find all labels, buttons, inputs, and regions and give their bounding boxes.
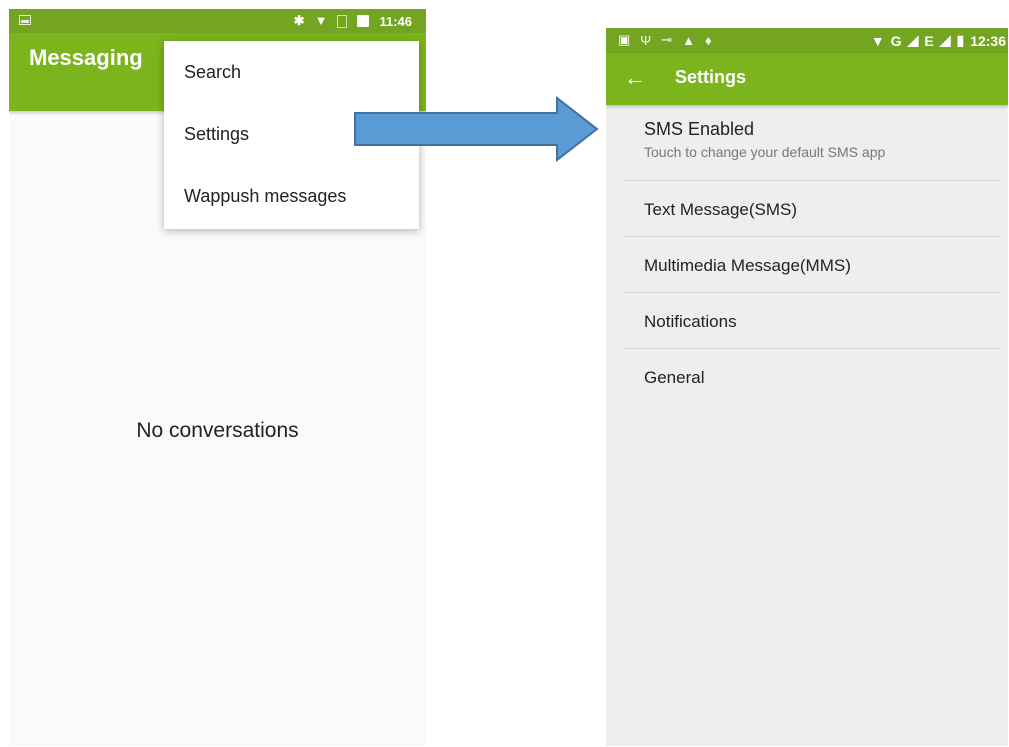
- no-sim-icon: [337, 14, 348, 28]
- warning-icon: ▲: [682, 32, 695, 48]
- signal-label-g: G: [890, 32, 902, 49]
- status-bar: ▣ Ψ ⊸ ▲ ♦ ▼ G ◢ E ◢ ▮ 12:36: [606, 28, 1008, 53]
- setting-sms-enabled[interactable]: SMS Enabled Touch to change your default…: [624, 110, 1000, 181]
- notification-icons: ▣ Ψ ⊸ ▲ ♦: [618, 32, 712, 48]
- signal-icon-2: ◢: [939, 32, 951, 48]
- setting-text-message[interactable]: Text Message(SMS): [624, 181, 1000, 237]
- bluetooth-icon: ✱: [293, 13, 305, 28]
- setting-notifications[interactable]: Notifications: [624, 293, 1000, 349]
- battery-icon: [357, 15, 370, 27]
- app-bar: ← Settings: [606, 53, 1008, 105]
- android-debug-icon: ♦: [704, 32, 712, 48]
- status-icons: ▼ G ◢ E ◢ ▮ 12:36: [871, 32, 1006, 49]
- wifi-icon: ▼: [870, 32, 885, 49]
- setting-title: Notifications: [644, 312, 737, 331]
- usb-icon: Ψ: [640, 32, 652, 48]
- status-icons: ✱ ▼ 11:46: [294, 13, 412, 29]
- empty-state-text: No conversations: [136, 419, 299, 442]
- app-title: Settings: [675, 67, 747, 87]
- settings-screen: ▣ Ψ ⊸ ▲ ♦ ▼ G ◢ E ◢ ▮ 12:36 ← Settings S…: [606, 28, 1008, 746]
- arrow-shape: [354, 96, 599, 162]
- debug-icon: ⊸: [661, 32, 673, 47]
- gallery-notification-icon: [19, 15, 31, 25]
- signal-icon: ◢: [907, 32, 919, 48]
- setting-title: Text Message(SMS): [644, 200, 798, 219]
- menu-item-wappush-messages[interactable]: Wappush messages: [164, 173, 419, 235]
- battery-icon: ▮: [956, 32, 965, 48]
- signal-label-e: E: [924, 32, 934, 49]
- setting-title: SMS Enabled: [644, 119, 755, 139]
- status-bar: ✱ ▼ 11:46: [9, 9, 426, 33]
- status-time: 12:36: [970, 32, 1006, 49]
- gallery-notification-icon: ▣: [618, 32, 631, 47]
- setting-general[interactable]: General: [624, 349, 1000, 405]
- setting-multimedia-message[interactable]: Multimedia Message(MMS): [624, 237, 1000, 293]
- transition-arrow-icon: [354, 96, 599, 162]
- back-arrow-icon[interactable]: ←: [624, 66, 646, 90]
- setting-subtitle: Touch to change your default SMS app: [644, 144, 886, 160]
- settings-list: SMS Enabled Touch to change your default…: [624, 110, 1000, 405]
- setting-title: General: [644, 368, 705, 387]
- setting-title: Multimedia Message(MMS): [644, 256, 851, 275]
- wifi-icon: ▼: [314, 13, 328, 28]
- app-title: Messaging: [29, 45, 143, 70]
- status-time: 11:46: [379, 13, 412, 29]
